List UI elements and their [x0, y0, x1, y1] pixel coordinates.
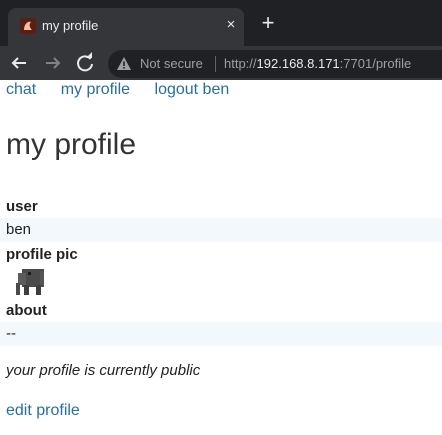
- browser-tab[interactable]: my profile ×: [8, 8, 244, 46]
- url-path: :7701/profile: [339, 56, 412, 71]
- about-value-row: --: [0, 322, 442, 346]
- edit-profile-link[interactable]: edit profile: [6, 402, 80, 420]
- forward-arrow-icon[interactable]: [40, 50, 66, 76]
- user-value: ben: [6, 221, 32, 238]
- address-bar[interactable]: Not secure http://192.168.8.171:7701/pro…: [108, 50, 442, 78]
- warning-icon[interactable]: [116, 56, 132, 77]
- url-scheme: http://: [224, 56, 257, 71]
- not-secure-label: Not secure: [140, 56, 203, 71]
- tab-title: my profile: [42, 18, 99, 33]
- site-favicon-icon: [20, 18, 36, 34]
- url-text: http://192.168.8.171:7701/profile: [224, 56, 411, 71]
- back-arrow-icon[interactable]: [6, 50, 32, 76]
- browser-tab-strip: my profile × +: [0, 0, 442, 46]
- about-value: --: [6, 325, 16, 342]
- elephant-icon: [16, 269, 44, 295]
- profile-visibility-note: your profile is currently public: [6, 362, 201, 379]
- address-divider: [215, 56, 216, 72]
- user-value-row: ben: [0, 218, 442, 242]
- url-host: 192.168.8.171: [256, 56, 340, 71]
- avatar: [14, 265, 48, 299]
- nav-link-my-profile[interactable]: my profile: [61, 81, 130, 98]
- about-label: about: [6, 302, 47, 319]
- tab-close-icon[interactable]: ×: [222, 16, 240, 34]
- top-nav: chat my profile logout ben: [6, 81, 249, 99]
- nav-link-logout[interactable]: logout ben: [155, 81, 230, 98]
- profile-pic-label: profile pic: [6, 246, 78, 263]
- browser-toolbar: Not secure http://192.168.8.171:7701/pro…: [0, 46, 442, 80]
- page-title: my profile: [6, 128, 137, 161]
- reload-icon[interactable]: [72, 50, 98, 76]
- user-label: user: [6, 198, 38, 215]
- nav-link-chat[interactable]: chat: [6, 81, 36, 98]
- page-content: chat my profile logout ben my profile us…: [0, 80, 442, 435]
- new-tab-icon[interactable]: +: [256, 12, 280, 36]
